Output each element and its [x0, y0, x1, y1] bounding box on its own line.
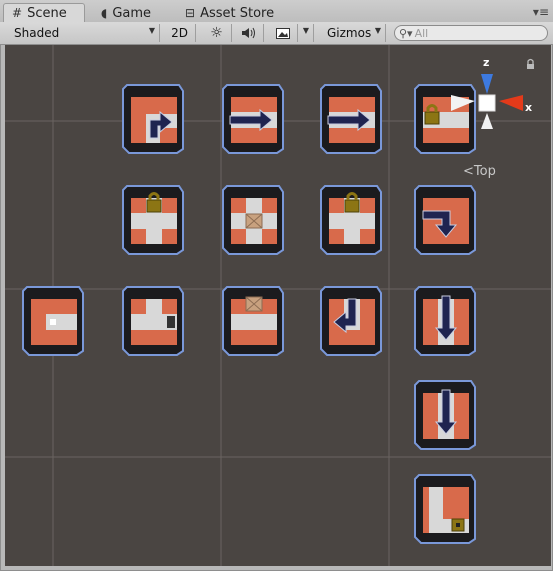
gizmo-center-cube[interactable] [478, 94, 496, 112]
effects-toggle-button[interactable] [268, 24, 298, 42]
tab-bar: # Scene ◖ Game ⊟ Asset Store ▾≡ [0, 0, 553, 23]
tile-locked-cross[interactable] [122, 185, 184, 255]
view-orientation-label[interactable]: <Top [463, 164, 496, 179]
tile-locked-cross[interactable] [320, 185, 382, 255]
x-axis-label: x [525, 101, 532, 114]
x-axis-cone[interactable] [499, 95, 523, 111]
view-label-text: Top [473, 164, 496, 179]
tile-arrow-turn[interactable] [320, 286, 382, 356]
sun-icon: ☼ [210, 25, 223, 41]
tile-lock-corner[interactable] [414, 474, 476, 544]
pacman-icon: ◖ [101, 6, 108, 20]
search-placeholder: All [414, 26, 429, 40]
2d-toggle-label: 2D [171, 26, 188, 40]
scene-viewport[interactable]: z x <Top [5, 45, 551, 566]
tile-crate-corridor[interactable] [222, 286, 284, 356]
image-icon [275, 27, 290, 39]
draw-mode-label: Shaded [14, 26, 60, 40]
tab-game[interactable]: ◖ Game [92, 3, 166, 22]
search-icon: ⚲▾ [399, 26, 413, 40]
tab-scene-label: Scene [27, 5, 67, 21]
effects-dropdown[interactable]: ▼ [298, 24, 314, 42]
tile-locked-corridor[interactable] [414, 84, 476, 154]
level-tiles [22, 84, 476, 544]
search-input[interactable]: ⚲▾ All [394, 25, 548, 41]
tab-asset-store-label: Asset Store [200, 5, 275, 21]
tab-asset-store[interactable]: ⊟ Asset Store [176, 3, 294, 22]
dropdown-arrow-icon: ▼ [374, 26, 381, 35]
lock-icon[interactable] [527, 58, 534, 70]
dropdown-arrow-icon: ▼ [148, 26, 155, 35]
draw-mode-dropdown[interactable]: Shaded ▼ [10, 24, 160, 42]
tile-crate-cross[interactable] [222, 185, 284, 255]
z-axis-label: z [483, 56, 489, 69]
z-axis-cone[interactable] [481, 74, 493, 94]
tile-corner-arrow-down[interactable] [414, 185, 476, 255]
tile-tee[interactable] [122, 286, 184, 356]
store-icon: ⊟ [185, 6, 196, 20]
tile-arrow-right[interactable] [222, 84, 284, 154]
chevron-left-icon: < [463, 164, 474, 179]
gizmos-dropdown[interactable]: Gizmos ▼ [322, 24, 386, 42]
2d-toggle-button[interactable]: 2D [164, 24, 196, 42]
grid-icon: # [12, 6, 23, 20]
lighting-toggle-button[interactable]: ☼ [202, 24, 232, 42]
speaker-icon [241, 27, 255, 39]
tile-dead-end[interactable] [22, 286, 84, 356]
tile-corner-arrow[interactable] [122, 84, 184, 154]
gizmos-label: Gizmos [327, 26, 372, 40]
scene-canvas[interactable]: z x <Top [5, 45, 551, 566]
tile-arrow-down[interactable] [414, 286, 476, 356]
tab-scene[interactable]: # Scene [3, 3, 85, 22]
panel-menu-icon[interactable]: ▾≡ [533, 5, 549, 19]
dropdown-arrow-icon: ▼ [302, 26, 309, 35]
tile-arrow-down[interactable] [414, 380, 476, 450]
tab-game-label: Game [112, 5, 152, 21]
tile-arrow-right[interactable] [320, 84, 382, 154]
audio-toggle-button[interactable] [234, 24, 264, 42]
